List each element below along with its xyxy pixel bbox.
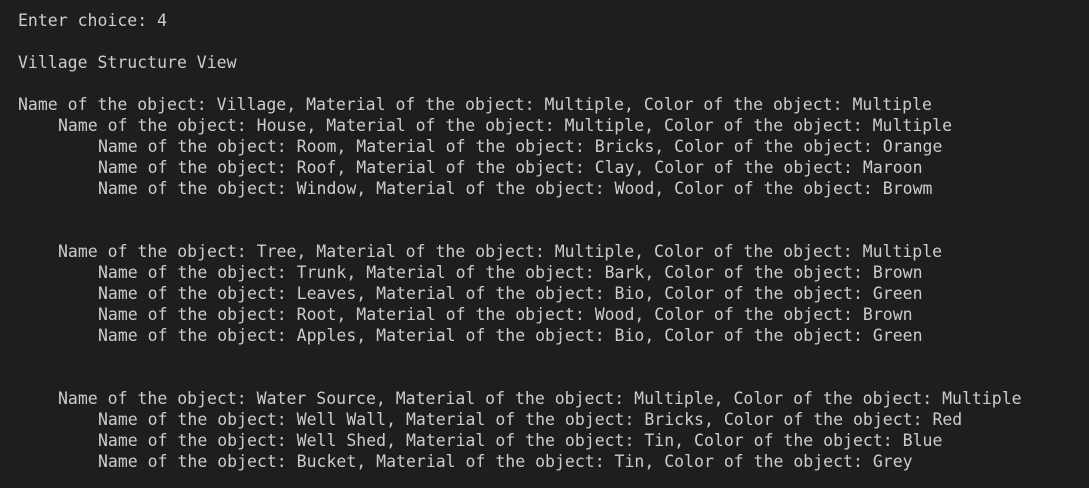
tree-node-tree: Name of the object: Tree, Material of th… [58, 242, 943, 261]
tree-node-well-wall: Name of the object: Well Wall, Material … [98, 410, 963, 429]
tree-node-apples: Name of the object: Apples, Material of … [98, 326, 923, 345]
tree-node-village: Name of the object: Village, Material of… [18, 95, 932, 114]
tree-node-leaves: Name of the object: Leaves, Material of … [98, 284, 923, 303]
tree-node-house: Name of the object: House, Material of t… [58, 116, 953, 135]
terminal-output: Enter choice: 4 Village Structure View N… [0, 0, 1089, 488]
tree-node-room: Name of the object: Room, Material of th… [98, 137, 943, 156]
tree-node-roof: Name of the object: Roof, Material of th… [98, 158, 923, 177]
tree-node-well-shed: Name of the object: Well Shed, Material … [98, 431, 943, 450]
tree-node-root: Name of the object: Root, Material of th… [98, 305, 913, 324]
prompt-line: Enter choice: 4 [18, 11, 168, 30]
view-heading: Village Structure View [18, 53, 237, 72]
tree-node-window: Name of the object: Window, Material of … [98, 179, 933, 198]
tree-node-water-source: Name of the object: Water Source, Materi… [58, 389, 1022, 408]
tree-node-trunk: Name of the object: Trunk, Material of t… [98, 263, 923, 282]
tree-node-bucket: Name of the object: Bucket, Material of … [98, 452, 913, 471]
